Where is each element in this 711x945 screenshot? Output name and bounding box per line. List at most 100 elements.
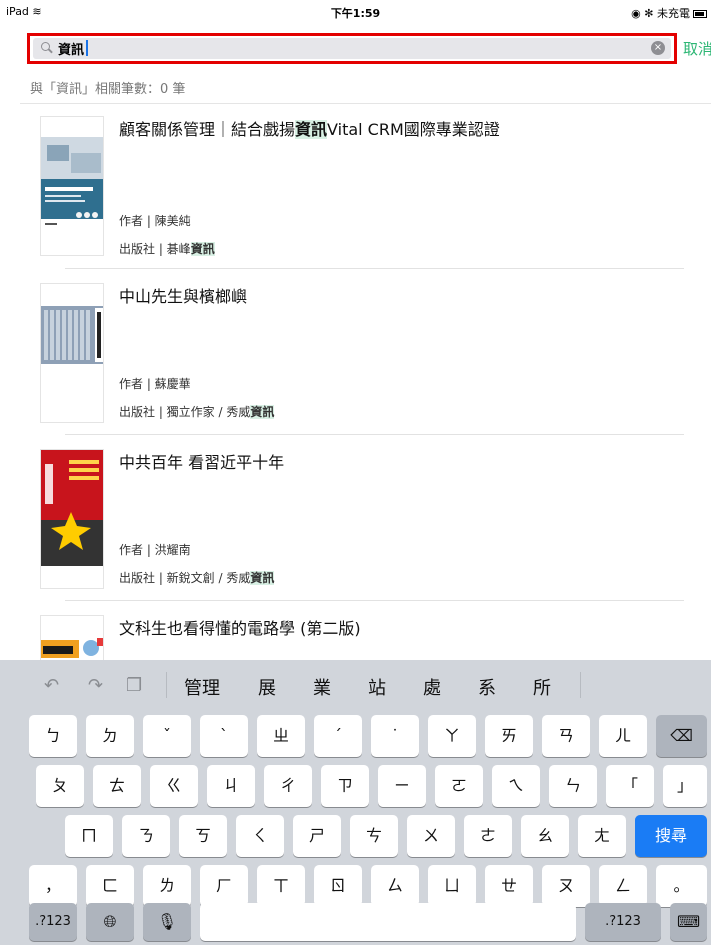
- key[interactable]: ˋ: [200, 715, 248, 757]
- backspace-key[interactable]: ⌫: [656, 715, 707, 757]
- suggestion-item[interactable]: 管理: [184, 674, 220, 700]
- key[interactable]: ㄧ: [378, 765, 426, 807]
- globe-key[interactable]: 🌐︎: [86, 903, 134, 941]
- key[interactable]: ˙: [371, 715, 419, 757]
- book-cover[interactable]: [40, 283, 104, 423]
- divider: [65, 268, 684, 269]
- book-cover[interactable]: [40, 116, 104, 256]
- key[interactable]: 」: [663, 765, 707, 807]
- key[interactable]: ˊ: [314, 715, 362, 757]
- book-cover[interactable]: [40, 449, 104, 589]
- divider: [580, 672, 581, 698]
- key[interactable]: ㄗ: [321, 765, 369, 807]
- backspace-icon: ⌫: [670, 726, 693, 745]
- key[interactable]: 「: [606, 765, 654, 807]
- key[interactable]: ㄊ: [93, 765, 141, 807]
- suggestion-bar: ↶ ↷ ❐ 管理 展 業 站 處 系 所: [0, 660, 711, 710]
- book-publisher: 出版社 | 獨立作家 / 秀威資訊: [119, 405, 275, 419]
- key[interactable]: ㄇ: [65, 815, 113, 857]
- clear-icon[interactable]: ×: [651, 41, 665, 55]
- key[interactable]: ㄨ: [407, 815, 455, 857]
- key[interactable]: ㄒ: [257, 865, 305, 907]
- key[interactable]: ㄐ: [207, 765, 255, 807]
- keyboard-icon: ⌨: [676, 912, 701, 931]
- numbers-key[interactable]: .?123: [585, 903, 661, 941]
- book-title[interactable]: 顧客關係管理｜結合戲揚資訊Vital CRM國際專業認證: [119, 116, 500, 140]
- status-time: 下午1:59: [330, 7, 381, 20]
- suggestion-item[interactable]: 處: [423, 674, 441, 700]
- key[interactable]: ㄌ: [143, 865, 191, 907]
- suggestion-item[interactable]: 展: [258, 674, 276, 700]
- hide-keyboard-key[interactable]: ⌨: [670, 903, 707, 941]
- key[interactable]: ㄛ: [435, 765, 483, 807]
- key[interactable]: ㄜ: [464, 815, 512, 857]
- key[interactable]: ㄣ: [549, 765, 597, 807]
- book-cover-image: [41, 616, 103, 660]
- dictation-key[interactable]: 🎙︎: [143, 903, 191, 941]
- key[interactable]: ㄢ: [542, 715, 590, 757]
- key[interactable]: ㄖ: [314, 865, 362, 907]
- key[interactable]: ㄙ: [371, 865, 419, 907]
- key[interactable]: ㄞ: [485, 715, 533, 757]
- numbers-key[interactable]: .?123: [29, 903, 77, 941]
- key[interactable]: ㄦ: [599, 715, 647, 757]
- search-input[interactable]: [58, 39, 638, 58]
- key[interactable]: ㄩ: [428, 865, 476, 907]
- space-key[interactable]: [200, 903, 576, 941]
- list-item[interactable]: 文科生也看得懂的電路學 (第二版): [40, 615, 700, 660]
- key[interactable]: ㄡ: [542, 865, 590, 907]
- search-icon: [40, 41, 53, 54]
- suggestion-item[interactable]: 站: [368, 674, 386, 700]
- status-right: ◉ ✻ 未充電: [631, 5, 707, 21]
- key[interactable]: ㄉ: [86, 715, 134, 757]
- list-item[interactable]: 顧客關係管理｜結合戲揚資訊Vital CRM國際專業認證 作者 | 陳美純 出版…: [40, 116, 700, 256]
- divider: [166, 672, 167, 698]
- key[interactable]: ㄘ: [350, 815, 398, 857]
- key[interactable]: ㄍ: [150, 765, 198, 807]
- microphone-icon: 🎙︎: [156, 912, 178, 931]
- key[interactable]: ㄝ: [485, 865, 533, 907]
- result-count: 與「資訊」相關筆數：0 筆: [30, 82, 186, 97]
- key[interactable]: ㄆ: [36, 765, 84, 807]
- undo-icon[interactable]: ↶: [44, 675, 59, 696]
- book-title[interactable]: 中山先生與檳榔嶼: [119, 283, 247, 307]
- cancel-button[interactable]: 取消: [683, 38, 711, 59]
- suggestion-item[interactable]: 所: [533, 674, 551, 700]
- key[interactable]: 。: [656, 865, 707, 907]
- keyboard: ↶ ↷ ❐ 管理 展 業 站 處 系 所 ㄅ ㄉ ˇ ˋ ㄓ ˊ ˙ ㄚ ㄞ ㄢ…: [0, 660, 711, 945]
- paste-icon[interactable]: ❐: [126, 675, 142, 696]
- key[interactable]: ㄠ: [521, 815, 569, 857]
- battery-icon: [693, 10, 707, 18]
- book-title[interactable]: 文科生也看得懂的電路學 (第二版): [119, 615, 361, 639]
- key[interactable]: ㄋ: [122, 815, 170, 857]
- suggestion-item[interactable]: 系: [478, 674, 496, 700]
- redo-icon[interactable]: ↷: [88, 675, 103, 696]
- search-key[interactable]: 搜尋: [635, 815, 707, 857]
- book-author: 作者 | 陳美純: [119, 214, 191, 228]
- book-cover[interactable]: [40, 615, 104, 660]
- key[interactable]: ㄏ: [200, 865, 248, 907]
- key[interactable]: ㄚ: [428, 715, 476, 757]
- key[interactable]: ㄑ: [236, 815, 284, 857]
- list-item[interactable]: 中共百年 看習近平十年 作者 | 洪耀南 出版社 | 新銳文創 / 秀威資訊: [40, 449, 700, 589]
- lock-rotation-icon: ◉: [631, 7, 641, 20]
- key[interactable]: ㄟ: [492, 765, 540, 807]
- key[interactable]: ㄤ: [578, 815, 626, 857]
- key[interactable]: ˇ: [143, 715, 191, 757]
- suggestion-item[interactable]: 業: [313, 674, 331, 700]
- key[interactable]: ㄔ: [264, 765, 312, 807]
- key[interactable]: ㄎ: [179, 815, 227, 857]
- key[interactable]: ㄈ: [86, 865, 134, 907]
- globe-icon: 🌐︎: [103, 912, 117, 931]
- text-cursor: [86, 40, 88, 56]
- book-title[interactable]: 中共百年 看習近平十年: [119, 449, 284, 473]
- key[interactable]: ㄥ: [599, 865, 647, 907]
- key[interactable]: ㄕ: [293, 815, 341, 857]
- book-publisher: 出版社 | 新銳文創 / 秀威資訊: [119, 571, 275, 585]
- key[interactable]: ，: [29, 865, 77, 907]
- key[interactable]: ㄓ: [257, 715, 305, 757]
- key[interactable]: ㄅ: [29, 715, 77, 757]
- list-item[interactable]: 中山先生與檳榔嶼 作者 | 蘇慶華 出版社 | 獨立作家 / 秀威資訊: [40, 283, 700, 423]
- book-author: 作者 | 洪耀南: [119, 543, 191, 557]
- book-cover-image: [41, 117, 103, 255]
